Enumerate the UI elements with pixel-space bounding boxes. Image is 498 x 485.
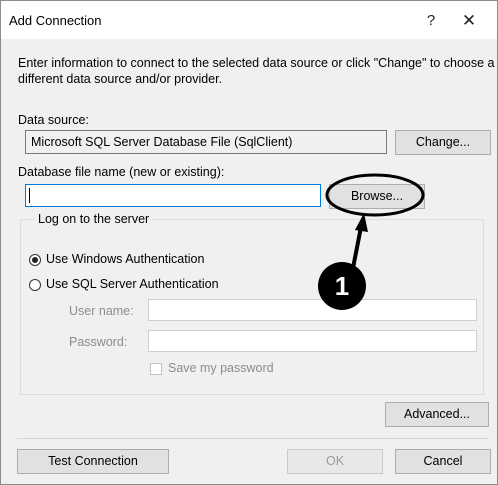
annotation-overlay: 1 bbox=[318, 173, 425, 310]
annotation-arrow-line bbox=[351, 226, 363, 269]
step-number: 1 bbox=[335, 271, 349, 301]
add-connection-dialog: Add Connection ? ✕ Enter information to … bbox=[0, 0, 498, 485]
highlight-ellipse bbox=[325, 173, 425, 217]
